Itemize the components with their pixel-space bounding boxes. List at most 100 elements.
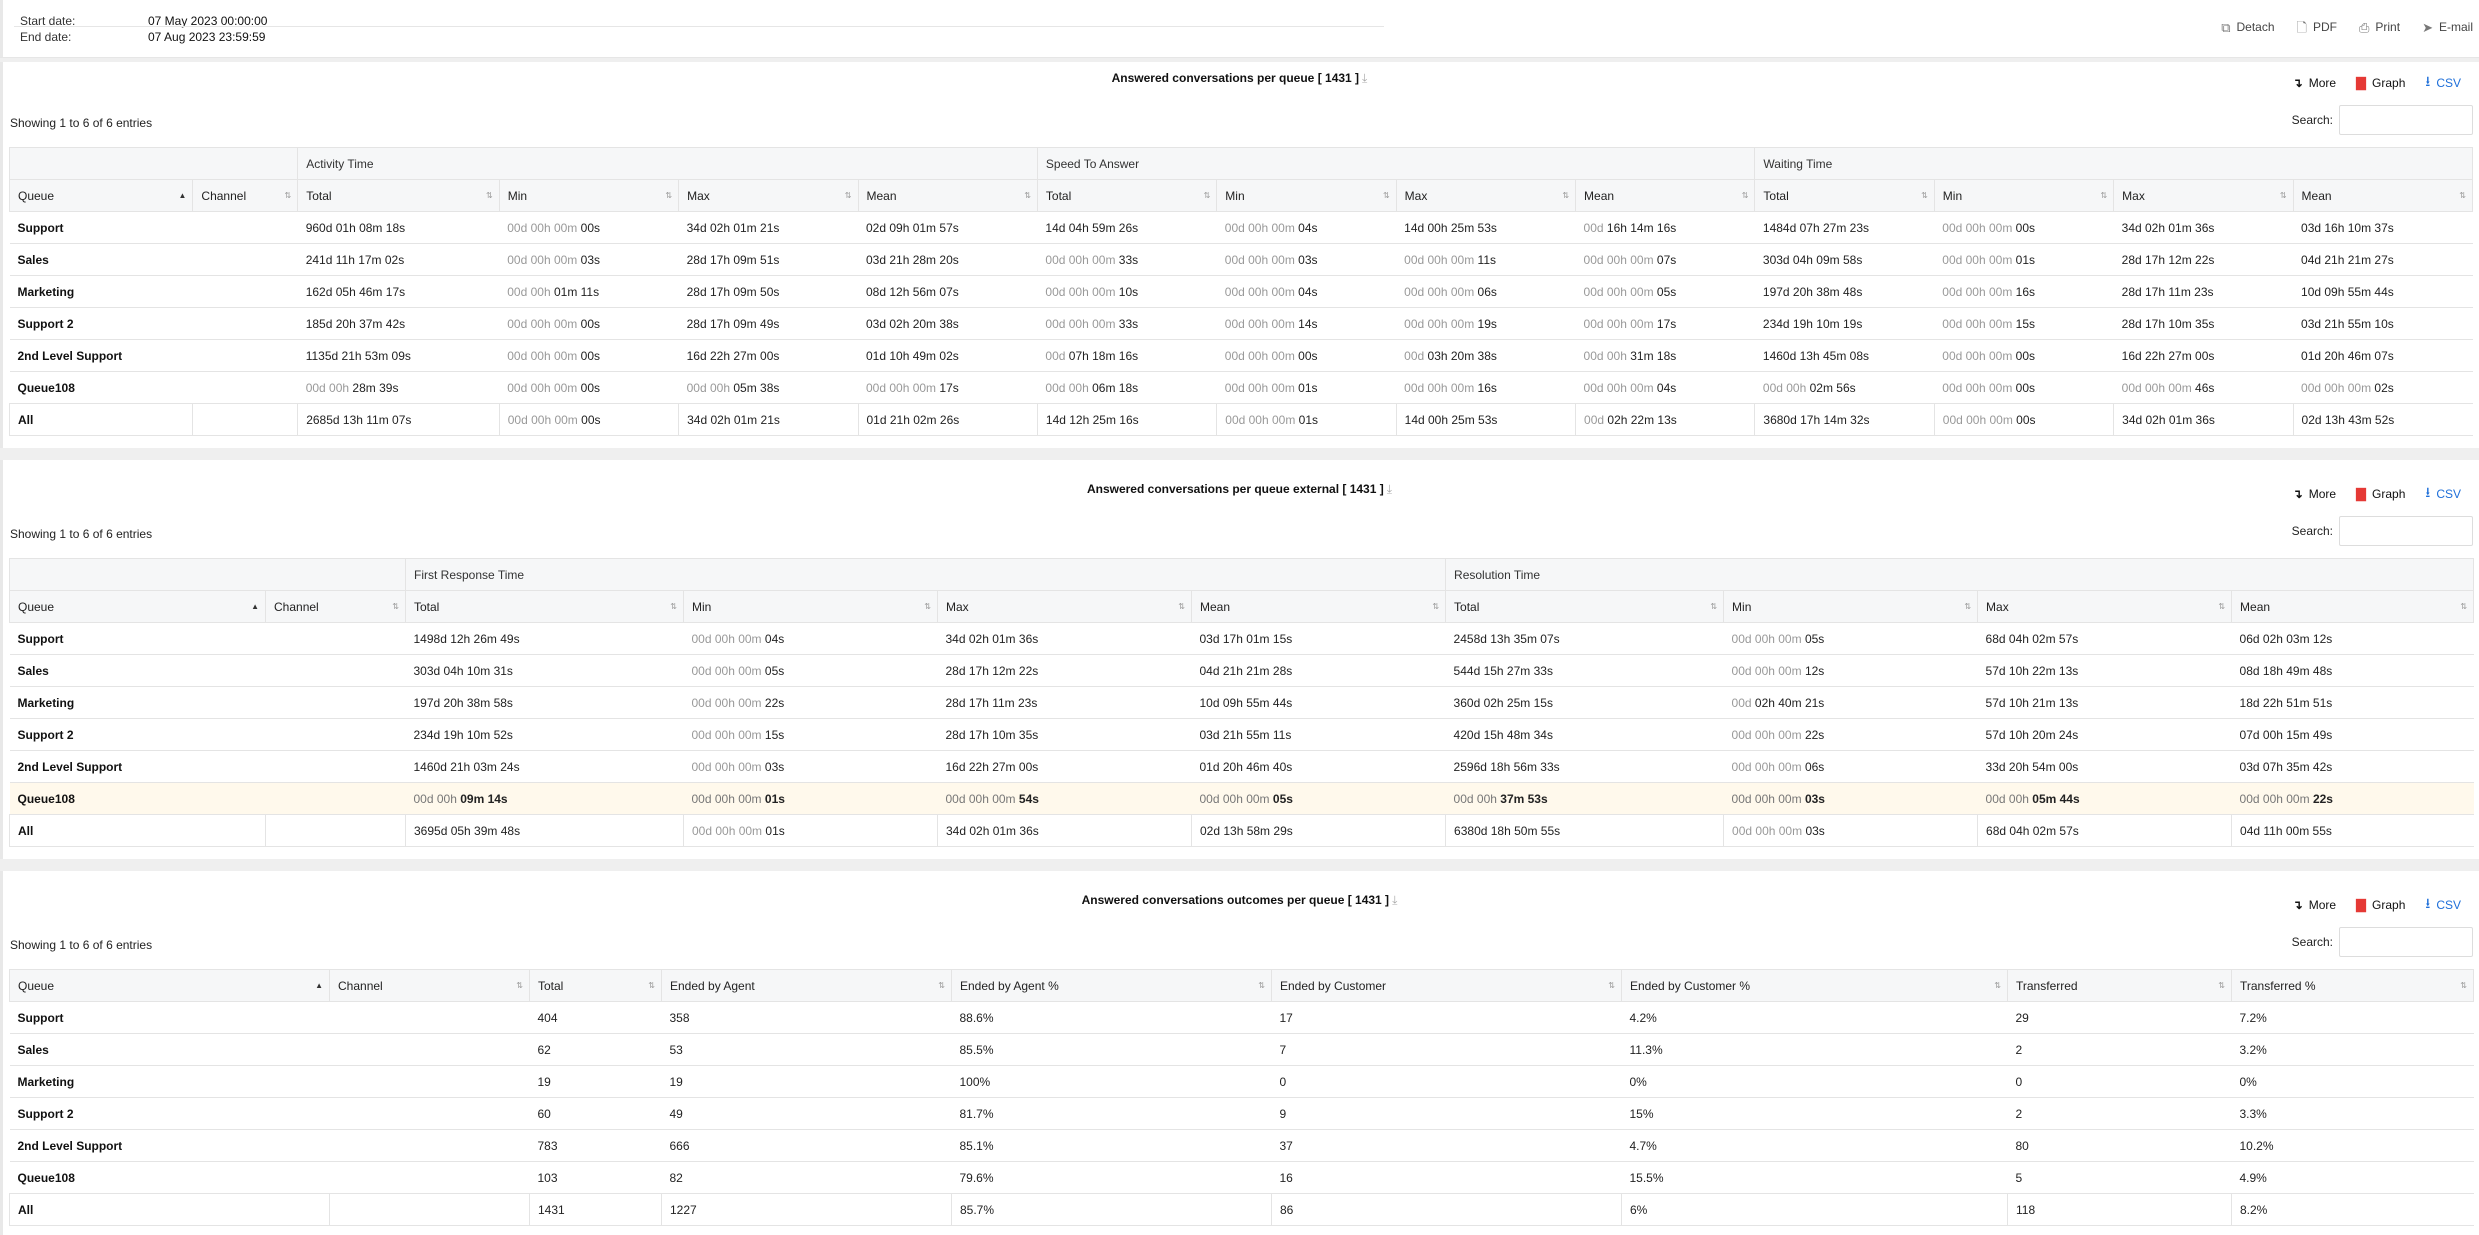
- column-header-total[interactable]: Total ⇅: [1036, 179, 1218, 212]
- value-cell: 16d 22h 27m 00s: [2113, 339, 2294, 372]
- csv-button[interactable]: ⭳ CSV: [2425, 893, 2461, 917]
- column-header-queue[interactable]: Queue ▲: [9, 969, 330, 1002]
- column-header-total[interactable]: Total ⇅: [297, 179, 500, 212]
- column-label: Transferred: [2016, 978, 2078, 993]
- column-header-max[interactable]: Max ⇅: [1977, 590, 2233, 623]
- value-cell: 00d 00h 00m 33s: [1037, 243, 1217, 276]
- email-button[interactable]: ➤ E-mail: [2422, 20, 2473, 34]
- column-header-queue[interactable]: Queue ▲: [9, 590, 266, 623]
- column-header-max[interactable]: Max ⇅: [2113, 179, 2294, 212]
- duration-value: 28d 17h 09m 49s: [686, 316, 780, 331]
- zero-prefix: 00d: [1045, 348, 1069, 363]
- value-cell: 00d 00h 00m 06s: [1396, 275, 1576, 308]
- column-header-ended-by-customer-[interactable]: Ended by Customer % ⇅: [1621, 969, 2008, 1002]
- download-arrow-icon[interactable]: ⤓: [1392, 893, 1397, 907]
- queue-cell: Queue108: [9, 371, 193, 404]
- value-cell: 2: [2007, 1097, 2232, 1130]
- column-header-mean[interactable]: Mean ⇅: [2231, 590, 2475, 623]
- duration-value: 17s: [939, 380, 959, 395]
- column-header-min[interactable]: Min ⇅: [1933, 179, 2115, 212]
- column-header-channel[interactable]: Channel ⇅: [192, 179, 299, 212]
- column-header-mean[interactable]: Mean ⇅: [1575, 179, 1756, 212]
- zero-prefix: 00d 00h 00m: [1583, 316, 1657, 331]
- column-label: Max: [1404, 188, 1428, 203]
- search-input[interactable]: [2339, 927, 2473, 957]
- value-cell: 00d 00h 00m 03s: [1216, 243, 1397, 276]
- column-header-queue[interactable]: Queue ▲: [8, 179, 194, 212]
- value-cell: 3680d 17h 14m 32s: [1754, 403, 1935, 436]
- csv-label: CSV: [2436, 898, 2461, 912]
- download-arrow-icon[interactable]: ⤓: [1362, 71, 1367, 85]
- duration-value: 57d 10h 20m 24s: [1985, 727, 2079, 742]
- duration-value: 3680d 17h 14m 32s: [1763, 412, 1870, 427]
- value-cell: 62: [529, 1033, 662, 1066]
- sort-icon: ⇅: [1203, 191, 1211, 200]
- value-cell: 103: [529, 1161, 662, 1194]
- column-header-min[interactable]: Min ⇅: [683, 590, 938, 623]
- sort-asc-icon: ▲: [315, 981, 323, 990]
- duration-value: 02d 13h 58m 29s: [1200, 823, 1293, 838]
- column-header-transferred[interactable]: Transferred ⇅: [2007, 969, 2232, 1002]
- value-cell: 00d 00h 28m 39s: [297, 371, 500, 404]
- column-header-transferred-[interactable]: Transferred % ⇅: [2231, 969, 2474, 1002]
- graph-button[interactable]: ▇ Graph: [2356, 71, 2405, 95]
- search-input[interactable]: [2339, 516, 2473, 546]
- column-label: Max: [2122, 188, 2145, 203]
- column-header-ended-by-customer[interactable]: Ended by Customer ⇅: [1271, 969, 1622, 1002]
- column-header-min[interactable]: Min ⇅: [1216, 179, 1397, 212]
- duration-value: 02h 22m 13s: [1607, 412, 1677, 427]
- duration-value: 16h 14m 16s: [1606, 220, 1677, 235]
- column-header-mean[interactable]: Mean ⇅: [857, 179, 1038, 212]
- column-header-total[interactable]: Total ⇅: [405, 590, 684, 623]
- column-header-total[interactable]: Total ⇅: [529, 969, 662, 1002]
- value-cell: 1460d 13h 45m 08s: [1754, 339, 1935, 372]
- more-button[interactable]: ↴ More: [2293, 482, 2336, 506]
- value-cell: 00d 00h 00m 04s: [1216, 275, 1397, 308]
- end-date-label: End date:: [20, 30, 72, 44]
- value-cell: 16d 22h 27m 00s: [678, 339, 858, 372]
- column-header-channel[interactable]: Channel ⇅: [265, 590, 406, 623]
- duration-value: 01d 10h 49m 02s: [866, 348, 959, 363]
- csv-button[interactable]: ⭳ CSV: [2425, 482, 2461, 506]
- column-header-max[interactable]: Max ⇅: [678, 179, 859, 212]
- duration-value: 07d 00h 15m 49s: [2239, 727, 2333, 742]
- column-header-total[interactable]: Total ⇅: [1445, 590, 1725, 623]
- value-cell: 85.7%: [951, 1193, 1272, 1226]
- column-header-mean[interactable]: Mean ⇅: [1190, 590, 1447, 623]
- column-header-max[interactable]: Max ⇅: [1395, 179, 1577, 212]
- column-header-min[interactable]: Min ⇅: [498, 179, 680, 212]
- more-button[interactable]: ↴ More: [2293, 893, 2336, 917]
- external-table: First Response Time Resolution Time Queue ▲…: [9, 558, 2475, 847]
- value-cell: 1227: [661, 1193, 952, 1226]
- csv-button[interactable]: ⭳ CSV: [2425, 71, 2461, 95]
- search-input[interactable]: [2339, 105, 2473, 135]
- channel-cell: [192, 275, 298, 308]
- column-header-max[interactable]: Max ⇅: [937, 590, 1192, 623]
- graph-button[interactable]: ▇ Graph: [2356, 482, 2405, 506]
- more-button[interactable]: ↴ More: [2293, 71, 2336, 95]
- zero-prefix: 00d 00h 00m: [691, 663, 765, 678]
- duration-value: 34d 02h 01m 36s: [2122, 412, 2215, 427]
- pdf-button[interactable]: 🗋 PDF: [2297, 20, 2337, 34]
- column-header-ended-by-agent[interactable]: Ended by Agent ⇅: [661, 969, 952, 1002]
- column-label: Queue: [18, 978, 55, 993]
- column-header-ended-by-agent-[interactable]: Ended by Agent % ⇅: [951, 969, 1272, 1002]
- duration-value: 01m 11s: [553, 284, 600, 299]
- value-cell: 10d 09h 55m 44s: [1191, 686, 1446, 719]
- channel-cell: [329, 1097, 530, 1130]
- column-header-mean[interactable]: Mean ⇅: [2292, 179, 2474, 212]
- print-button[interactable]: ⎙ Print: [2359, 20, 2400, 34]
- duration-value: 1460d 21h 03m 24s: [413, 759, 520, 774]
- download-arrow-icon[interactable]: ⤓: [1387, 482, 1392, 496]
- value-cell: 86: [1271, 1193, 1622, 1226]
- column-header-total[interactable]: Total ⇅: [1754, 179, 1935, 212]
- column-header-channel[interactable]: Channel ⇅: [329, 969, 530, 1002]
- graph-button[interactable]: ▇ Graph: [2356, 893, 2405, 917]
- column-header-min[interactable]: Min ⇅: [1723, 590, 1979, 623]
- value-cell: 00d 00h 00m 01s: [1216, 403, 1397, 436]
- channel-cell: [265, 782, 406, 815]
- duration-value: 185d 20h 37m 42s: [305, 316, 406, 331]
- detach-button[interactable]: ⧉ Detach: [2221, 20, 2274, 34]
- group-header: Speed To Answer: [1036, 147, 1756, 180]
- value-cell: 2596d 18h 56m 33s: [1445, 750, 1724, 783]
